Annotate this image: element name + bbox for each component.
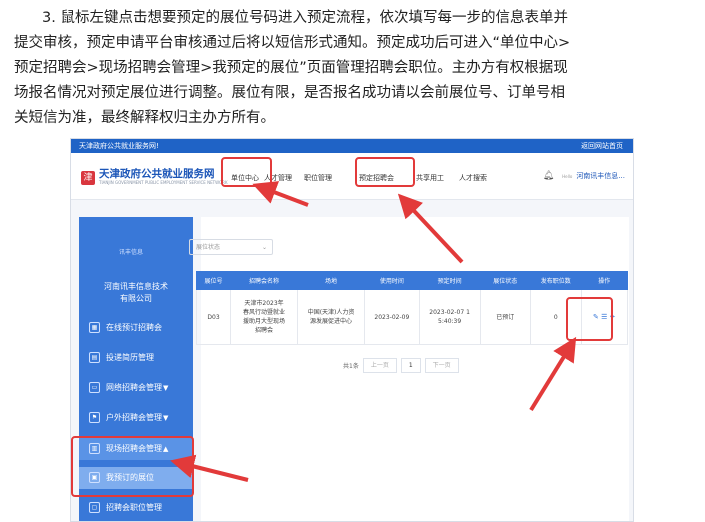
- column-header: 展位状态: [479, 271, 532, 290]
- highlight-book-fair: [355, 157, 415, 187]
- bell-icon[interactable]: 🔔︎: [543, 171, 554, 181]
- site-subtitle: TIANJIN GOVERNMENT PUBLIC EMPLOYMENT SER…: [99, 180, 228, 185]
- pagination: 共1条 上一页 1 下一页: [343, 358, 459, 373]
- highlight-onsite-fair-menu: [71, 436, 194, 497]
- prev-page-button[interactable]: 上一页: [362, 358, 397, 373]
- nav-talent-search[interactable]: 人才搜索: [459, 173, 487, 183]
- column-header: 场地: [297, 271, 366, 290]
- instruction-line: 场报名情况对预定展位进行调整。展位有限，是否报名成功请以会前展位号、订单号相: [14, 85, 565, 101]
- top-strip-title: 天津政府公共就业服务网!: [79, 142, 159, 150]
- sidebar-item-label: 网络招聘会管理: [106, 383, 162, 392]
- greeting-label: Hello: [562, 173, 573, 179]
- sidebar-item-label: 在线预订招聘会: [106, 323, 162, 332]
- site-name: 天津政府公共就业服务网: [99, 168, 215, 180]
- column-header: 预定时间: [418, 271, 481, 290]
- fair-name: 天津市2023年 春风行动暨就业 援助月大型现场 招聘会: [230, 289, 299, 345]
- venue-line: 中国(天津)人力资: [307, 309, 355, 316]
- booth-status: 已预订: [479, 289, 532, 345]
- highlight-actions: [566, 297, 613, 341]
- instruction-line: 提交审核，预定申请平台审核通过后将以短信形式通知。预定成功后可进入“单位中心>: [14, 35, 571, 51]
- next-page-button[interactable]: 下一页: [424, 358, 459, 373]
- instruction-line: 预定招聘会>现场招聘会管理>我预定的展位”页面管理招聘会职位。主办方有权根据现: [14, 60, 568, 76]
- chevron-down-icon: ⌄: [261, 244, 267, 251]
- sidebar-item-resume-management[interactable]: ▤ 投递简历管理: [79, 347, 193, 369]
- column-header: 发布职位数: [530, 271, 582, 290]
- venue: 中国(天津)人力资 源发展促进中心: [297, 289, 366, 345]
- book-time: 2023-02-07 1 5:40:39: [418, 289, 481, 345]
- company-name: 河南讯丰信息技术 有限公司: [79, 281, 193, 305]
- logo-mark-icon: 津: [81, 170, 95, 185]
- use-time: 2023-02-09: [364, 289, 420, 345]
- chevron-down-icon: ▼: [163, 414, 169, 422]
- highlight-unit-center: [221, 157, 272, 187]
- column-header: 展位号: [195, 271, 232, 290]
- booth-table: 展位号 招聘会名称 场地 使用时间 预定时间 展位状态 发布职位数 操作 D03…: [195, 271, 629, 345]
- instruction-line: 3. 鼠标左键点击想要预定的展位号码进入预定流程，依次填写每一步的信息表单并: [42, 10, 568, 26]
- table-row[interactable]: D03 天津市2023年 春风行动暨就业 援助月大型现场 招聘会 中国(天津)人…: [195, 289, 629, 345]
- monitor-icon: ▭: [89, 382, 100, 393]
- sidebar-item-label: 招聘会职位管理: [106, 503, 162, 512]
- select-placeholder: 展位状态: [196, 244, 221, 251]
- instruction-line: 关短信为准，最终解释权归主办方所有。: [14, 110, 275, 126]
- fair-name-line: 援助月大型现场: [243, 318, 286, 325]
- nav-shared-employment[interactable]: 共享用工: [416, 173, 444, 183]
- book-time-line: 5:40:39: [438, 318, 462, 325]
- column-header: 操作: [580, 271, 629, 290]
- table-header-row: 展位号 招聘会名称 场地 使用时间 预定时间 展位状态 发布职位数 操作: [195, 271, 629, 290]
- sidebar-item-label: 投递简历管理: [106, 353, 154, 362]
- venue-line: 源发展促进中心: [310, 318, 353, 325]
- sidebar-item-fair-jobs[interactable]: ▢ 招聘会职位管理: [79, 497, 193, 519]
- sidebar-item-label: 户外招聘会管理: [106, 413, 162, 422]
- book-time-line: 2023-02-07 1: [429, 309, 470, 316]
- company-name-line: 有限公司: [120, 294, 152, 303]
- column-header: 招聘会名称: [230, 271, 299, 290]
- flag-icon: ⚑: [89, 412, 100, 423]
- company-logo: 讯丰信息: [118, 249, 143, 256]
- column-header: 使用时间: [364, 271, 420, 290]
- back-home-link[interactable]: 返回网站首页: [581, 139, 623, 153]
- calendar-icon: ▦: [89, 322, 100, 333]
- briefcase-icon: ▢: [89, 502, 100, 513]
- fair-name-line: 招聘会: [255, 327, 274, 334]
- header-user-area: 🔔︎ Hello 河南讯丰信息...: [543, 171, 625, 181]
- booth-status-select[interactable]: 展位状态 ⌄: [189, 239, 273, 255]
- fair-name-line: 春风行动暨就业: [243, 309, 286, 316]
- total-count: 共1条: [343, 363, 359, 370]
- sidebar-item-outdoor-fair[interactable]: ⚑ 户外招聘会管理▼: [79, 407, 193, 429]
- sidebar-item-online-booking[interactable]: ▦ 在线预订招聘会: [79, 317, 193, 339]
- site-header: 津 天津政府公共就业服务网 TIANJIN GOVERNMENT PUBLIC …: [71, 153, 633, 200]
- instruction-paragraph: 3. 鼠标左键点击想要预定的展位号码进入预定流程，依次填写每一步的信息表单并 提…: [14, 6, 694, 131]
- site-logo[interactable]: 津 天津政府公共就业服务网 TIANJIN GOVERNMENT PUBLIC …: [81, 169, 228, 186]
- chevron-down-icon: ▼: [163, 384, 169, 392]
- fair-name-line: 天津市2023年: [244, 300, 284, 307]
- page-number-button[interactable]: 1: [400, 358, 421, 373]
- nav-job-management[interactable]: 职位管理: [304, 173, 332, 183]
- company-name-line: 河南讯丰信息技术: [104, 282, 168, 291]
- top-strip: 天津政府公共就业服务网! 返回网站首页: [71, 139, 633, 153]
- booth-number: D03: [195, 289, 232, 345]
- document-icon: ▤: [89, 352, 100, 363]
- sidebar-item-online-fair[interactable]: ▭ 网络招聘会管理▼: [79, 377, 193, 399]
- user-name[interactable]: 河南讯丰信息...: [576, 171, 625, 181]
